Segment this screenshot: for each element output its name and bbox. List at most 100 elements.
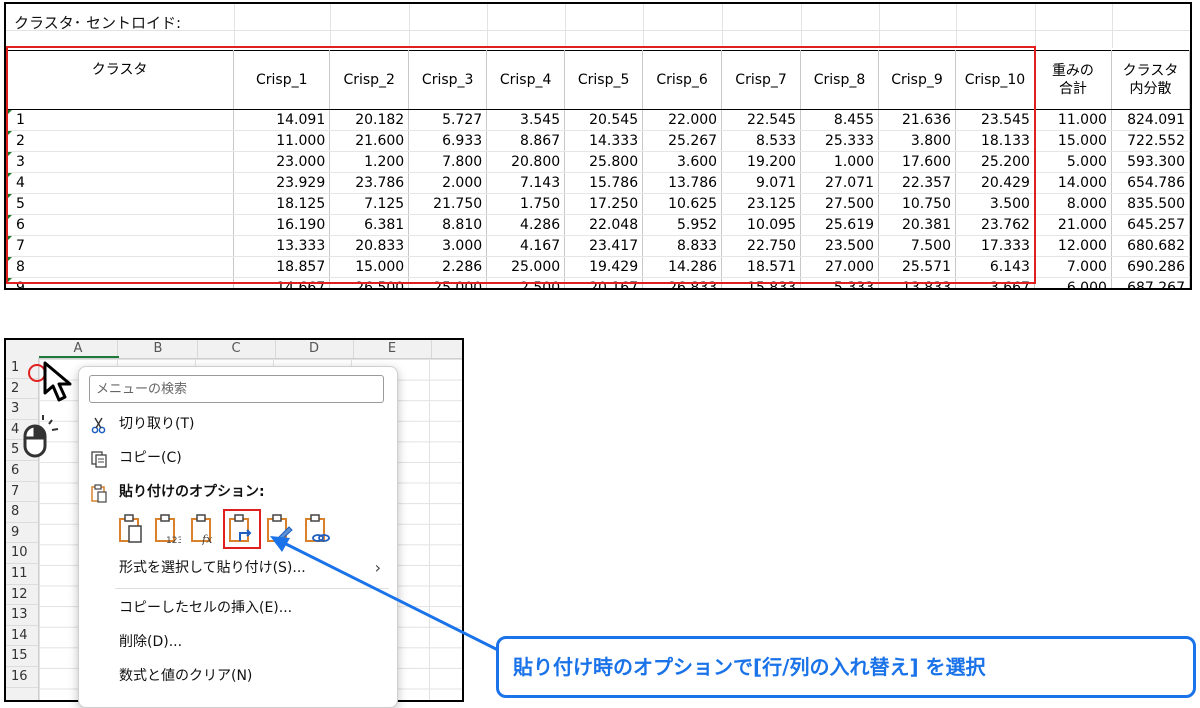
column-header-d[interactable]: D [275,340,354,358]
value-cell[interactable]: 23.762 [955,214,1035,236]
value-cell[interactable]: 23.929 [233,172,331,194]
value-cell[interactable]: 22.048 [564,214,644,236]
value-cell[interactable]: 25.000 [486,256,566,278]
row-header-6[interactable]: 6 [6,461,38,482]
column-header-e[interactable]: E [353,340,432,358]
row-header-14[interactable]: 14 [6,626,38,647]
value-cell[interactable]: 20.182 [329,109,410,131]
value-cell[interactable]: 23.000 [233,151,331,173]
value-cell[interactable]: 13.833 [878,277,956,288]
paste-icon[interactable] [117,513,145,545]
value-cell[interactable]: 5.000 [1034,151,1112,173]
cluster-label-cell[interactable]: 3 [6,151,235,173]
value-cell[interactable]: 645.257 [1111,214,1190,236]
value-cell[interactable]: 2.286 [408,256,488,278]
value-cell[interactable]: 835.500 [1111,193,1190,215]
value-cell[interactable]: 26.500 [329,277,410,288]
row-header-15[interactable]: 15 [6,646,38,667]
value-cell[interactable]: 17.250 [564,193,644,215]
row-header-11[interactable]: 11 [6,564,38,585]
value-cell[interactable]: 25.200 [955,151,1035,173]
value-cell[interactable]: 20.545 [564,109,644,131]
value-cell[interactable]: 2.500 [486,277,566,288]
cluster-label-cell[interactable]: 6 [6,214,235,236]
cluster-label-cell[interactable]: 4 [6,172,235,194]
paste-formatting-icon[interactable] [265,513,293,545]
row-header-7[interactable]: 7 [6,482,38,503]
value-cell[interactable]: 23.417 [564,235,644,257]
value-cell[interactable]: 15.786 [564,172,644,194]
value-cell[interactable]: 22.750 [721,235,802,257]
value-cell[interactable]: 722.552 [1111,130,1190,152]
value-cell[interactable]: 21.000 [1034,214,1112,236]
value-cell[interactable]: 23.500 [800,235,880,257]
value-cell[interactable]: 25.267 [642,130,723,152]
value-cell[interactable]: 654.786 [1111,172,1190,194]
value-cell[interactable]: 7.125 [329,193,410,215]
paste-formulas-icon[interactable]: fx [189,513,217,545]
value-cell[interactable]: 17.600 [878,151,956,173]
value-cell[interactable]: 14.286 [642,256,723,278]
value-cell[interactable]: 14.091 [233,109,331,131]
value-cell[interactable]: 14.333 [564,130,644,152]
value-cell[interactable]: 11.000 [233,130,331,152]
value-cell[interactable]: 22.357 [878,172,956,194]
value-cell[interactable]: 6.143 [955,256,1035,278]
value-cell[interactable]: 16.190 [233,214,331,236]
cluster-label-cell[interactable]: 9 [6,277,235,288]
value-cell[interactable]: 27.000 [800,256,880,278]
value-cell[interactable]: 22.000 [642,109,723,131]
value-cell[interactable]: 25.800 [564,151,644,173]
row-header-13[interactable]: 13 [6,605,38,626]
menu-item-clear[interactable]: 数式と値のクリア(N) [79,661,397,691]
value-cell[interactable]: 25.000 [408,277,488,288]
row-header-12[interactable]: 12 [6,585,38,606]
value-cell[interactable]: 3.000 [408,235,488,257]
value-cell[interactable]: 9.071 [721,172,802,194]
value-cell[interactable]: 21.636 [878,109,956,131]
value-cell[interactable]: 23.125 [721,193,802,215]
value-cell[interactable]: 19.200 [721,151,802,173]
value-cell[interactable]: 23.545 [955,109,1035,131]
value-cell[interactable]: 20.833 [329,235,410,257]
cluster-label-cell[interactable]: 7 [6,235,235,257]
value-cell[interactable]: 12.000 [1034,235,1112,257]
value-cell[interactable]: 26.833 [642,277,723,288]
menu-item-cut[interactable]: 切り取り(T) [79,409,397,439]
value-cell[interactable]: 8.833 [642,235,723,257]
cluster-label-cell[interactable]: 8 [6,256,235,278]
menu-item-paste-special[interactable]: 形式を選択して貼り付け(S)... › [79,553,397,583]
row-header-10[interactable]: 10 [6,543,38,564]
value-cell[interactable]: 3.500 [955,193,1035,215]
value-cell[interactable]: 15.000 [329,256,410,278]
value-cell[interactable]: 687.267 [1111,277,1190,288]
row-header-2[interactable]: 2 [6,379,38,400]
value-cell[interactable]: 1.200 [329,151,410,173]
value-cell[interactable]: 14.667 [233,277,331,288]
value-cell[interactable]: 3.800 [878,130,956,152]
value-cell[interactable]: 20.381 [878,214,956,236]
value-cell[interactable]: 20.429 [955,172,1035,194]
value-cell[interactable]: 18.133 [955,130,1035,152]
value-cell[interactable]: 8.867 [486,130,566,152]
cluster-label-cell[interactable]: 5 [6,193,235,215]
value-cell[interactable]: 5.952 [642,214,723,236]
paste-values-icon[interactable]: 123 [153,513,181,545]
value-cell[interactable]: 17.333 [955,235,1035,257]
value-cell[interactable]: 5.727 [408,109,488,131]
value-cell[interactable]: 5.333 [800,277,880,288]
value-cell[interactable]: 6.000 [1034,277,1112,288]
value-cell[interactable]: 6.381 [329,214,410,236]
cluster-label-cell[interactable]: 2 [6,130,235,152]
value-cell[interactable]: 6.933 [408,130,488,152]
value-cell[interactable]: 20.167 [564,277,644,288]
value-cell[interactable]: 25.571 [878,256,956,278]
value-cell[interactable]: 18.125 [233,193,331,215]
value-cell[interactable]: 18.571 [721,256,802,278]
value-cell[interactable]: 13.786 [642,172,723,194]
value-cell[interactable]: 7.000 [1034,256,1112,278]
value-cell[interactable]: 7.143 [486,172,566,194]
value-cell[interactable]: 4.286 [486,214,566,236]
value-cell[interactable]: 13.333 [233,235,331,257]
value-cell[interactable]: 1.000 [800,151,880,173]
